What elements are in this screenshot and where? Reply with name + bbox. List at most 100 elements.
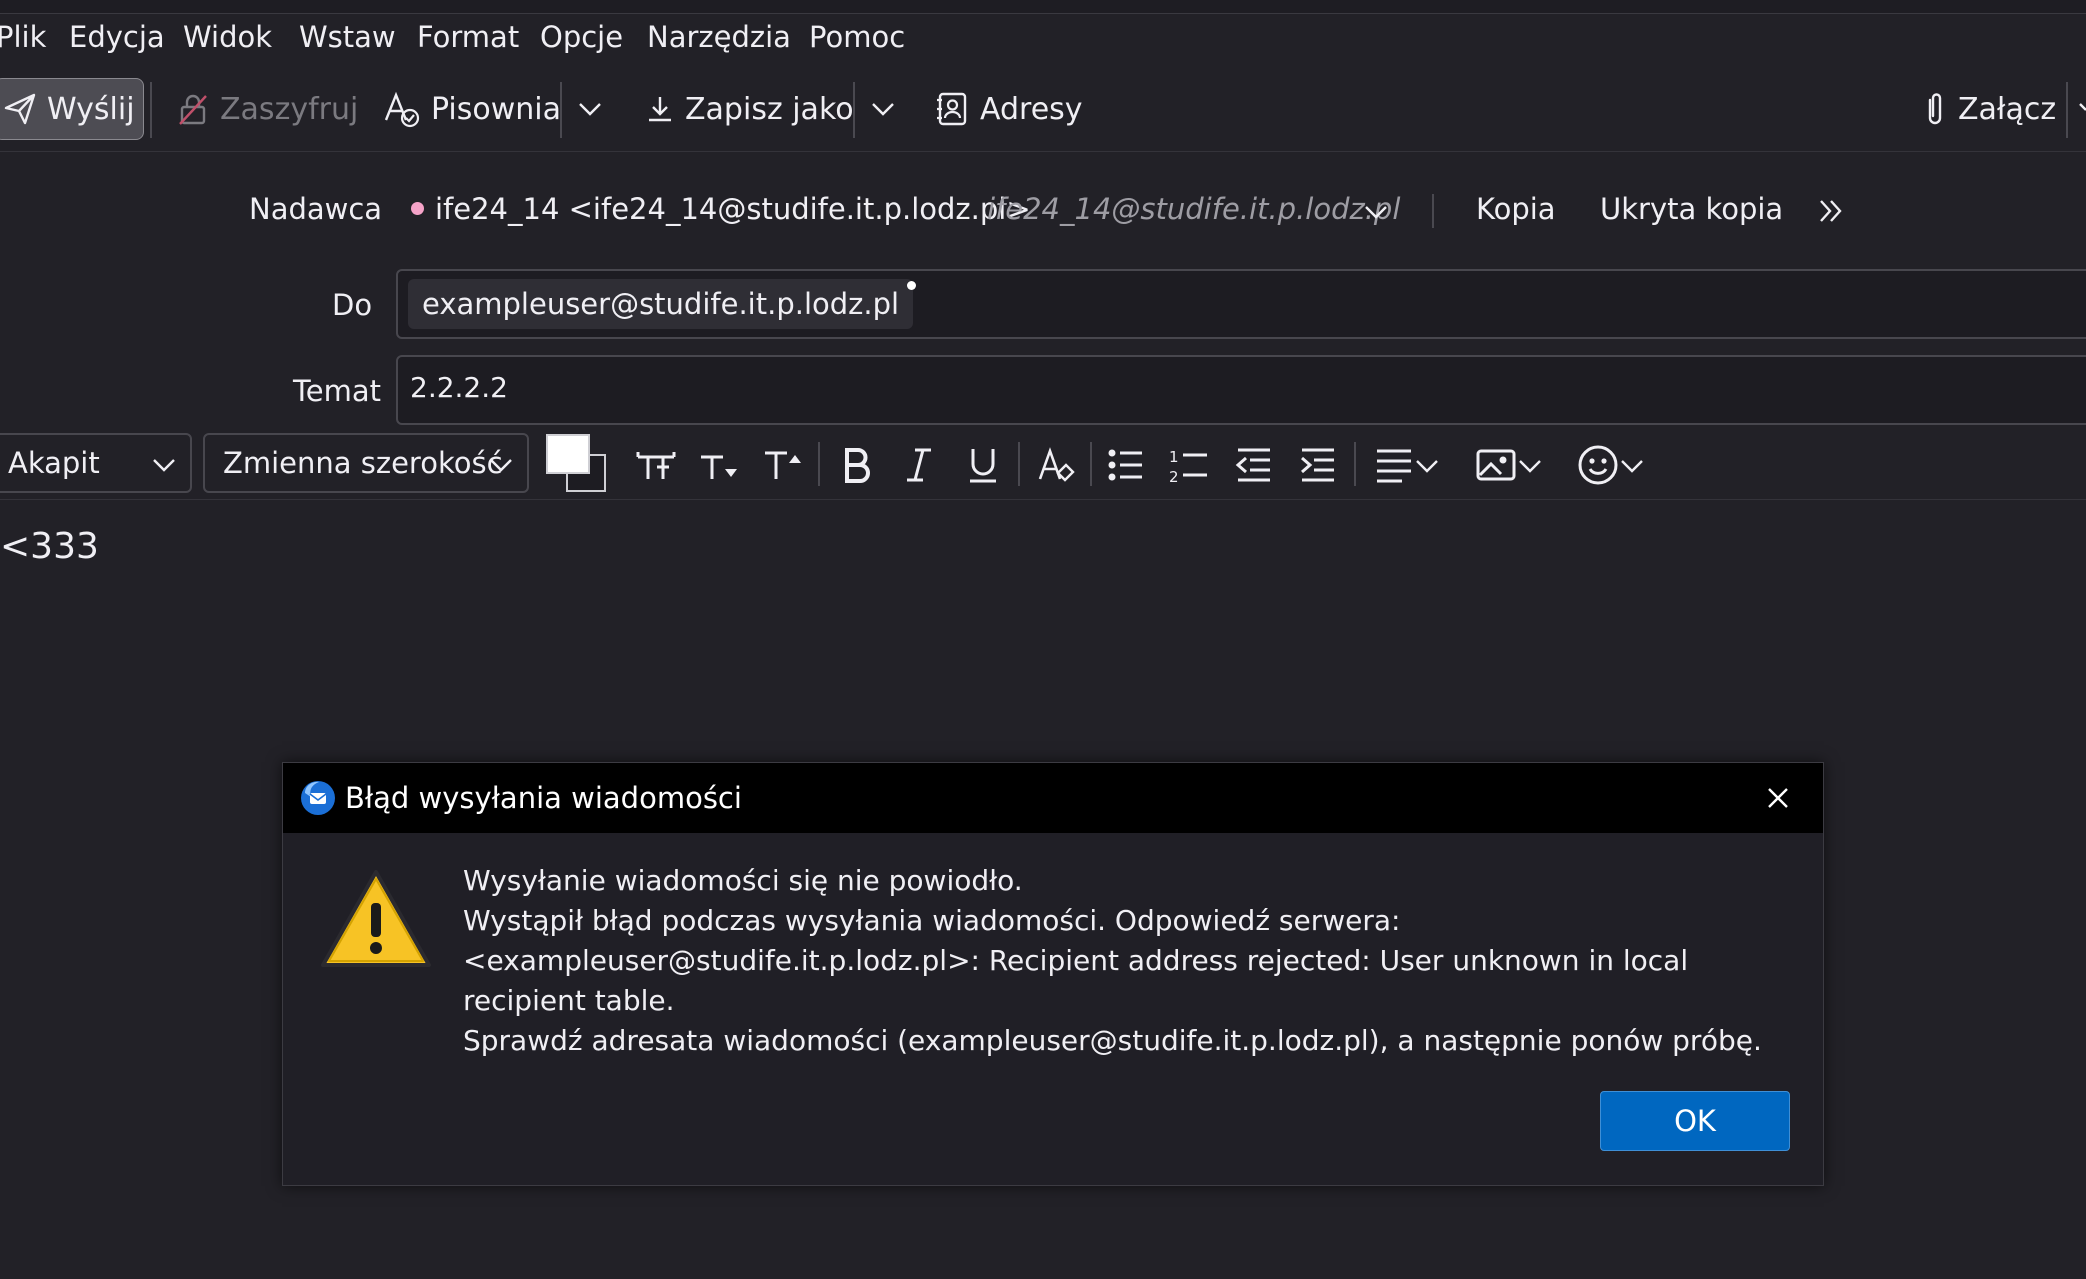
menu-format[interactable]: Format: [417, 20, 519, 54]
send-button[interactable]: Wyślij: [0, 78, 144, 140]
subject-field[interactable]: 2.2.2.2: [396, 355, 2086, 425]
close-icon[interactable]: [1763, 783, 1793, 813]
spelling-button[interactable]: Pisownia: [383, 78, 561, 140]
chevron-down-icon[interactable]: [1362, 198, 1390, 226]
menu-edit[interactable]: Edycja: [69, 20, 165, 54]
identity-color-dot: [411, 202, 424, 215]
format-divider: [1090, 442, 1092, 486]
save-as-dropdown[interactable]: [869, 78, 907, 140]
sender-label: Nadawca: [249, 192, 383, 226]
chevron-down-icon: [1416, 460, 1438, 473]
sender-select[interactable]: ife24_14 <ife24_14@studife.it.p.lodz.pl>: [435, 192, 1031, 226]
to-label: Do: [332, 288, 373, 322]
indent-button[interactable]: [1293, 440, 1343, 490]
dialog-message: Wysyłanie wiadomości się nie powiodło. W…: [463, 861, 1793, 1061]
menu-file[interactable]: Plik: [0, 20, 46, 54]
addresses-button[interactable]: Adresy: [934, 78, 1083, 140]
bold-button[interactable]: [831, 440, 881, 490]
sender-row: Nadawca ife24_14 <ife24_14@studife.it.p.…: [0, 186, 2086, 236]
menu-tools[interactable]: Narzędzia: [647, 20, 791, 54]
addresses-label: Adresy: [980, 91, 1083, 127]
numbered-list-button[interactable]: 12: [1164, 440, 1214, 490]
outdent-icon: [1235, 448, 1270, 482]
font-size-decrease-icon: [636, 452, 676, 479]
image-icon: [1476, 449, 1516, 481]
underline-button[interactable]: [958, 440, 1008, 490]
menu-bar: Plik Edycja Widok Wstaw Format Opcje Nar…: [0, 14, 2086, 62]
alignment-dropdown[interactable]: [1364, 440, 1450, 490]
spellcheck-icon: [384, 91, 420, 128]
lock-icon: [179, 94, 207, 125]
attach-dropdown[interactable]: [2078, 78, 2086, 140]
menu-options[interactable]: Opcje: [540, 20, 623, 54]
indent-icon: [1301, 448, 1334, 482]
insert-image-dropdown[interactable]: [1466, 440, 1552, 490]
insert-emoji-dropdown[interactable]: [1568, 440, 1654, 490]
chevron-down-icon: [872, 103, 894, 116]
font-size-down-icon: [701, 455, 737, 479]
font-select[interactable]: Zmienna szerokość: [203, 433, 529, 493]
cc-button[interactable]: Kopia: [1476, 192, 1556, 226]
remove-formatting-button[interactable]: [1031, 440, 1081, 490]
message-body[interactable]: <333: [0, 526, 99, 567]
send-error-dialog: Błąd wysyłania wiadomości Wysyłanie wiad…: [282, 762, 1824, 1186]
encrypt-button[interactable]: Zaszyfruj: [176, 78, 358, 140]
save-as-label: Zapisz jako: [685, 91, 854, 127]
numbered-list-icon: 12: [1169, 448, 1207, 485]
double-chevron-right-icon[interactable]: [1816, 196, 1846, 226]
dialog-title-bar: Błąd wysyłania wiadomości: [283, 763, 1823, 833]
ok-button[interactable]: OK: [1600, 1091, 1790, 1151]
save-as-button[interactable]: Zapisz jako: [645, 78, 854, 140]
encrypt-label: Zaszyfruj: [220, 91, 359, 127]
smiley-icon: [1578, 445, 1618, 485]
text-color-swatch[interactable]: [546, 434, 590, 474]
font-select-value: Zmienna szerokość: [223, 446, 503, 480]
format-divider: [818, 442, 820, 486]
bullet-list-icon: [1108, 449, 1142, 481]
underline-icon: [970, 449, 996, 483]
outdent-button[interactable]: [1229, 440, 1279, 490]
bcc-button[interactable]: Ukryta kopia: [1600, 192, 1783, 226]
align-left-icon: [1377, 449, 1411, 483]
menu-insert[interactable]: Wstaw: [299, 20, 396, 54]
clear-formatting-icon: [1038, 447, 1075, 482]
subject-label: Temat: [293, 374, 382, 408]
increase-font-size-button[interactable]: [758, 440, 808, 490]
recipient-status-dot: [907, 281, 917, 290]
toolbar-divider: [560, 82, 562, 138]
bullet-list-button[interactable]: [1101, 440, 1151, 490]
spelling-label: Pisownia: [431, 91, 562, 127]
send-label: Wyślij: [47, 91, 135, 127]
chevron-down-icon: [1621, 460, 1643, 473]
text-color-picker[interactable]: [546, 434, 610, 492]
spelling-dropdown[interactable]: [576, 78, 614, 140]
to-field[interactable]: exampleuser@studife.it.p.lodz.pl: [396, 269, 2086, 339]
recipient-pill[interactable]: exampleuser@studife.it.p.lodz.pl: [408, 279, 917, 329]
italic-button[interactable]: [894, 440, 944, 490]
paperclip-icon: [1928, 93, 1942, 125]
attach-label: Załącz: [1958, 91, 2057, 127]
warning-icon: [321, 870, 431, 967]
chevron-down-icon: [490, 459, 512, 472]
attach-button[interactable]: Załącz: [1922, 78, 2056, 140]
error-hint: Sprawdź adresata wiadomości (exampleuser…: [463, 1024, 1762, 1057]
bold-icon: [845, 448, 870, 483]
format-divider: [1354, 442, 1356, 486]
error-summary: Wysyłanie wiadomości się nie powiodło.: [463, 864, 1023, 897]
compose-toolbar: Wyślij Zaszyfruj Pisownia Zapisz jako Ad…: [0, 72, 2086, 152]
toolbar-divider: [853, 82, 855, 138]
smaller-font-button[interactable]: [631, 440, 681, 490]
menu-view[interactable]: Widok: [183, 20, 272, 54]
decrease-font-size-button[interactable]: [694, 440, 744, 490]
subject-input[interactable]: 2.2.2.2: [410, 371, 508, 404]
paragraph-format-select[interactable]: Akapit: [0, 433, 192, 493]
address-book-icon: [937, 92, 967, 126]
svg-text:1: 1: [1169, 448, 1179, 466]
server-response: <exampleuser@studife.it.p.lodz.pl>: Reci…: [463, 944, 1689, 1017]
chevron-down-icon: [1519, 460, 1541, 473]
dialog-title: Błąd wysyłania wiadomości: [345, 781, 742, 815]
toolbar-divider: [150, 82, 152, 138]
font-size-up-icon: [765, 451, 801, 479]
sender-alias: ife24_14@studife.it.p.lodz.pl: [987, 192, 1401, 226]
menu-help[interactable]: Pomoc: [809, 20, 905, 54]
